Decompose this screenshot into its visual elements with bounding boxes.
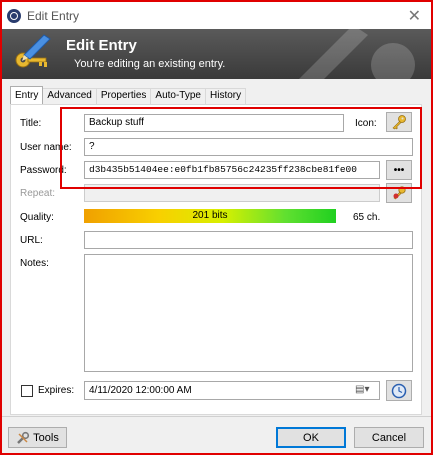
dialog-footer: Tools OK Cancel xyxy=(2,420,431,453)
quality-progress-bar: 201 bits xyxy=(84,209,336,223)
calendar-dropdown-icon[interactable]: ▤▾ xyxy=(355,384,369,395)
footer-divider xyxy=(2,416,431,417)
ok-button[interactable]: OK xyxy=(276,427,346,448)
title-bar: Edit Entry ✕ xyxy=(2,2,431,29)
password-generator-button[interactable] xyxy=(386,183,412,203)
tab-strip: Entry Advanced Properties Auto-Type Hist… xyxy=(10,86,247,104)
banner-title: Edit Entry xyxy=(66,37,137,54)
cancel-button[interactable]: Cancel xyxy=(354,427,424,448)
notes-textarea[interactable] xyxy=(84,254,413,372)
key-icon xyxy=(392,115,406,130)
tab-properties[interactable]: Properties xyxy=(95,88,152,104)
key-pen-icon xyxy=(15,34,51,68)
entry-icon-button[interactable] xyxy=(386,112,412,132)
expires-value: 4/11/2020 12:00:00 AM xyxy=(89,385,192,396)
banner-subtitle: You're editing an existing entry. xyxy=(74,58,226,70)
tab-auto-type[interactable]: Auto-Type xyxy=(150,88,206,104)
tools-button-label: Tools xyxy=(33,431,59,444)
tools-button[interactable]: Tools xyxy=(8,427,67,448)
title-input[interactable]: Backup stuff xyxy=(84,114,344,132)
lock-icon xyxy=(7,8,21,23)
url-input[interactable] xyxy=(84,231,413,249)
banner: Edit Entry You're editing an existing en… xyxy=(2,29,431,79)
expiry-presets-button[interactable] xyxy=(386,380,412,401)
repeat-password-input[interactable] xyxy=(84,184,380,202)
icon-label: Icon: xyxy=(355,118,377,129)
banner-watermark-icon xyxy=(299,29,415,79)
quality-chars: 65 ch. xyxy=(353,212,381,223)
tab-advanced[interactable]: Advanced xyxy=(42,88,97,104)
url-label: URL: xyxy=(20,235,43,246)
username-label: User name: xyxy=(20,142,72,153)
toggle-password-visibility-button[interactable]: ••• xyxy=(386,160,412,180)
key-gear-icon xyxy=(393,186,406,200)
clock-icon xyxy=(391,383,407,398)
password-label: Password: xyxy=(20,165,67,176)
quality-label: Quality: xyxy=(20,212,54,223)
edit-entry-dialog: Edit Entry ✕ Edit Entry You're editing a… xyxy=(0,0,433,455)
password-input[interactable]: d3b435b51404ee:e0fb1fb85756c24235ff238cb… xyxy=(84,161,380,179)
expires-label: Expires: xyxy=(38,385,75,396)
tab-history[interactable]: History xyxy=(205,88,247,104)
notes-label: Notes: xyxy=(20,258,49,269)
expires-checkbox[interactable] xyxy=(21,385,33,397)
repeat-label: Repeat: xyxy=(20,188,56,199)
window-title: Edit Entry xyxy=(27,8,80,23)
title-label: Title: xyxy=(20,118,42,129)
entry-tab-panel: Title: Backup stuff Icon: User name: ? P… xyxy=(10,104,422,415)
wrench-icon xyxy=(17,431,30,444)
username-input[interactable]: ? xyxy=(84,138,413,156)
expires-datetime-input[interactable]: 4/11/2020 12:00:00 AM xyxy=(84,381,380,400)
close-icon[interactable]: ✕ xyxy=(408,6,421,25)
tab-entry[interactable]: Entry xyxy=(10,86,44,104)
